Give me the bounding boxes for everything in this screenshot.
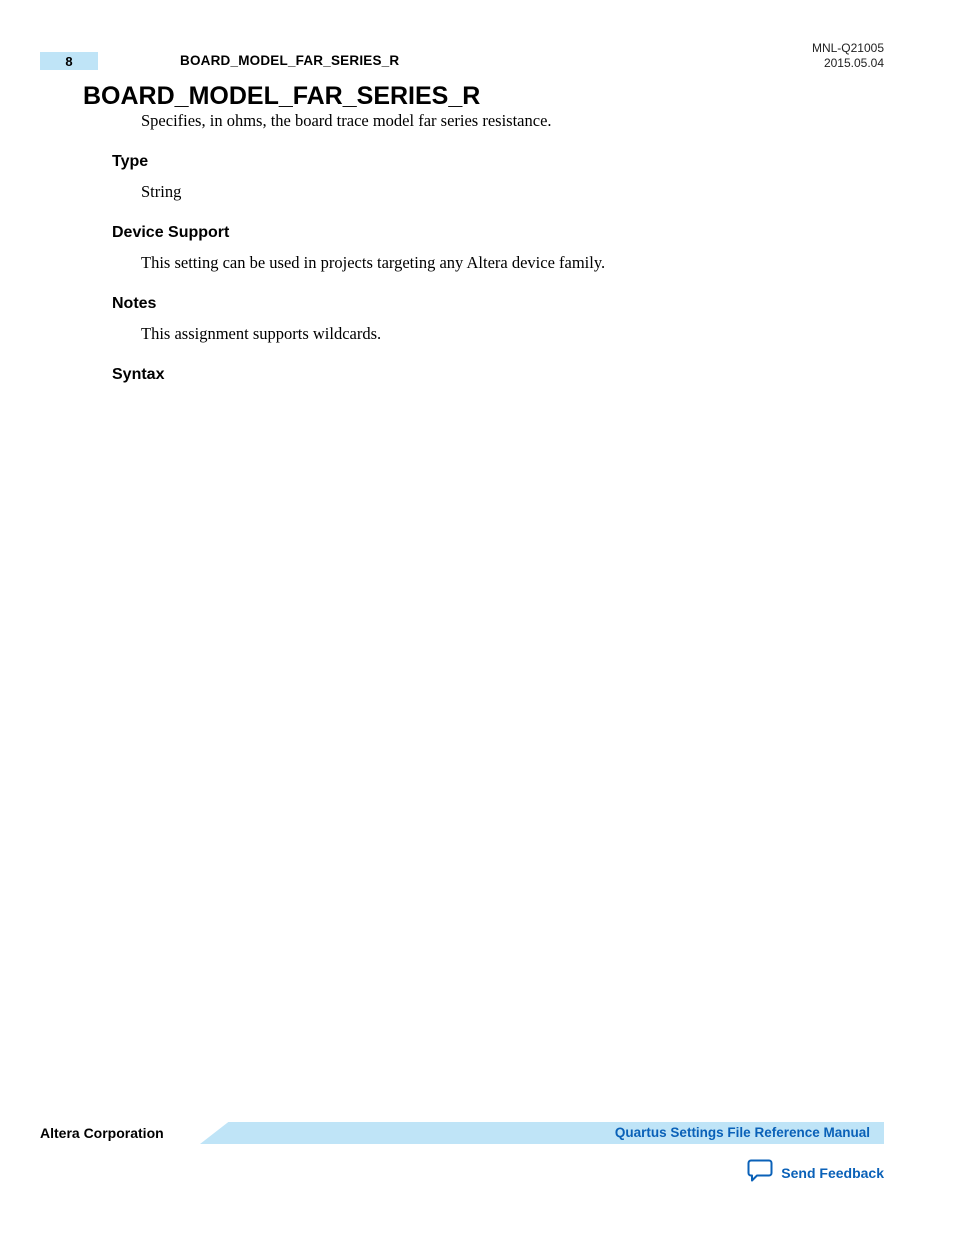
section-body-notes: This assignment supports wildcards. xyxy=(141,324,381,344)
section-heading-notes: Notes xyxy=(112,295,381,313)
document-date: 2015.05.04 xyxy=(824,56,884,70)
document-id: MNL-Q21005 xyxy=(812,41,884,55)
send-feedback-label: Send Feedback xyxy=(781,1165,884,1181)
page-number: 8 xyxy=(65,54,72,69)
section-heading-syntax: Syntax xyxy=(112,366,164,384)
section-heading-device-support: Device Support xyxy=(112,224,605,242)
section-device-support: Device Support This setting can be used … xyxy=(112,224,605,273)
section-type: Type String xyxy=(112,153,181,202)
section-body-type: String xyxy=(141,182,181,202)
page: 8 BOARD_MODEL_FAR_SERIES_R MNL-Q21005 20… xyxy=(0,0,954,1235)
footer-ribbon: Quartus Settings File Reference Manual xyxy=(200,1122,884,1144)
send-feedback-button[interactable]: Send Feedback xyxy=(747,1158,884,1187)
company-name: Altera Corporation xyxy=(40,1125,164,1141)
page-number-tab: 8 xyxy=(40,52,98,70)
page-header: 8 BOARD_MODEL_FAR_SERIES_R MNL-Q21005 20… xyxy=(40,52,884,70)
page-footer: Altera Corporation Quartus Settings File… xyxy=(40,1122,884,1144)
section-body-device-support: This setting can be used in projects tar… xyxy=(141,253,605,273)
manual-link[interactable]: Quartus Settings File Reference Manual xyxy=(615,1125,870,1140)
page-title: BOARD_MODEL_FAR_SERIES_R xyxy=(83,82,480,111)
section-notes: Notes This assignment supports wildcards… xyxy=(112,295,381,344)
running-header-title: BOARD_MODEL_FAR_SERIES_R xyxy=(180,53,399,68)
section-syntax: Syntax xyxy=(112,366,164,384)
intro-paragraph: Specifies, in ohms, the board trace mode… xyxy=(141,111,552,131)
section-heading-type: Type xyxy=(112,153,181,171)
speech-bubble-icon xyxy=(747,1158,773,1187)
